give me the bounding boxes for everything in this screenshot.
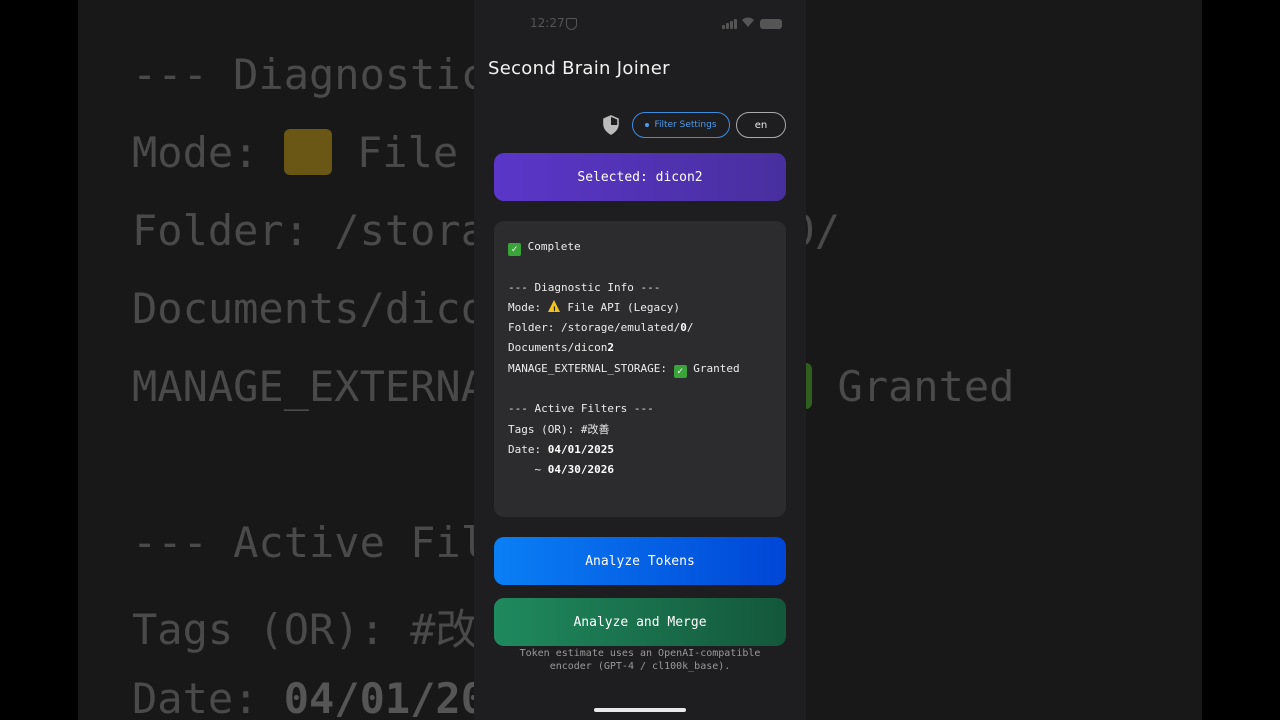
diag-header: --- Diagnostic Info --- bbox=[508, 280, 661, 294]
app-title: Second Brain Joiner bbox=[488, 58, 670, 79]
bg-warning-icon bbox=[283, 129, 332, 175]
folder-line2-prefix: Documents/dicon bbox=[508, 341, 608, 355]
shield-status-icon bbox=[566, 18, 577, 30]
token-footnote: Token estimate uses an OpenAI-compatible… bbox=[494, 647, 786, 673]
filter-settings-button[interactable]: Filter Settings bbox=[632, 112, 730, 138]
analyze-tokens-button[interactable]: Analyze Tokens bbox=[494, 537, 786, 585]
status-text: Complete bbox=[527, 240, 581, 253]
check-icon: ✓ bbox=[673, 364, 687, 378]
footnote-line-2: encoder (GPT-4 / cl100k_base). bbox=[549, 661, 731, 672]
status-line: ✓ Complete bbox=[508, 237, 772, 257]
bg-date-prefix: Date: bbox=[132, 674, 284, 720]
folder-prefix: Folder: /storage/emulated/ bbox=[508, 321, 681, 335]
status-bar: 12:27 bbox=[474, 14, 806, 36]
battery-icon bbox=[760, 19, 782, 29]
date-start-line: Date: 04/01/2025 bbox=[508, 440, 772, 460]
signal-icon bbox=[722, 19, 738, 29]
check-icon: ✓ bbox=[508, 243, 521, 256]
folder-line-2: Documents/dicon2 bbox=[508, 338, 772, 358]
date-end: 04/30/2026 bbox=[547, 463, 614, 477]
permission-prefix: MANAGE_EXTERNAL_STORAGE: bbox=[508, 361, 674, 375]
permission-value: Granted bbox=[693, 361, 740, 375]
language-button[interactable]: en bbox=[736, 112, 786, 138]
shield-icon[interactable] bbox=[601, 115, 621, 135]
date-end-line: ~ 04/30/2026 bbox=[508, 460, 772, 480]
wifi-icon bbox=[742, 17, 754, 27]
date-start: 04/01/2025 bbox=[547, 442, 614, 456]
dot-icon bbox=[645, 123, 650, 127]
status-time: 12:27 bbox=[530, 16, 565, 30]
warning-icon bbox=[547, 299, 560, 321]
analyze-merge-button[interactable]: Analyze and Merge bbox=[494, 598, 786, 646]
selected-folder-button[interactable]: Selected: dicon2 bbox=[494, 153, 786, 201]
date-range-sep: ~ bbox=[508, 463, 548, 477]
folder-num: 0 bbox=[680, 321, 687, 335]
mode-value: File API (Legacy) bbox=[567, 300, 680, 314]
mode-prefix: Mode: bbox=[508, 300, 548, 314]
folder-slash: / bbox=[686, 321, 694, 335]
filter-settings-label: Filter Settings bbox=[654, 120, 717, 130]
permission-line: MANAGE_EXTERNAL_STORAGE: ✓ Granted bbox=[508, 359, 772, 379]
phone-screen: 12:27 Second Brain Joiner Filter Setting… bbox=[474, 0, 806, 720]
mode-line: Mode: File API (Legacy) bbox=[508, 298, 772, 321]
bg-tags-line: Tags (OR): #改善 bbox=[132, 605, 520, 654]
bg-permission-value: Granted bbox=[837, 362, 1015, 411]
filters-header: --- Active Filters --- bbox=[508, 402, 654, 416]
tags-line: Tags (OR): #改善 bbox=[508, 422, 610, 436]
folder-line: Folder: /storage/emulated/0/ bbox=[508, 318, 772, 338]
diagnostic-info-panel: ✓ Complete --- Diagnostic Info --- Mode:… bbox=[494, 221, 786, 517]
home-indicator[interactable] bbox=[594, 708, 686, 712]
footnote-line-1: Token estimate uses an OpenAI-compatible bbox=[519, 648, 761, 659]
folder-line2-num: 2 bbox=[607, 341, 614, 355]
bg-mode-prefix: Mode: bbox=[132, 128, 284, 177]
date-prefix: Date: bbox=[508, 442, 548, 456]
